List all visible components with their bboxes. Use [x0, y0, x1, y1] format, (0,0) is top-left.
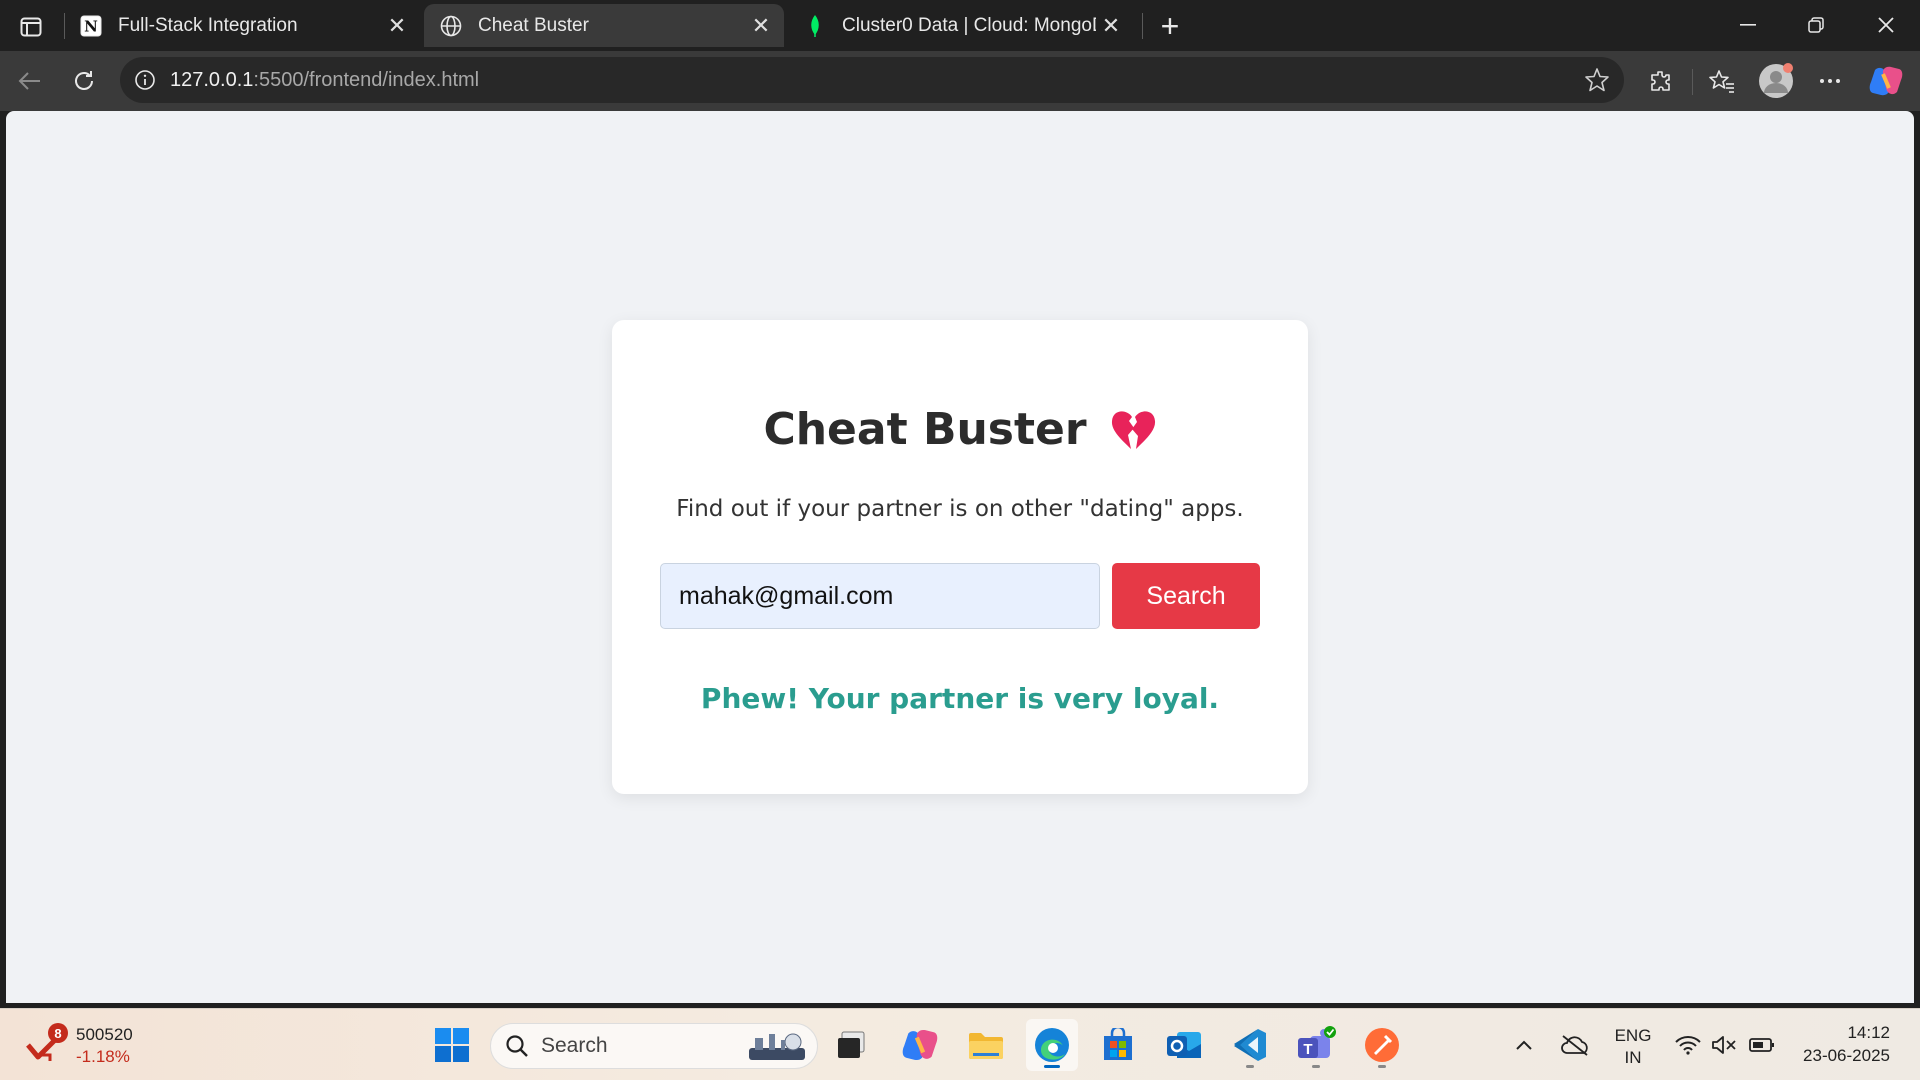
stock-change: -1.18% — [76, 1047, 130, 1066]
page-title: Cheat Buster — [612, 404, 1308, 455]
windows-taskbar: 8 500520 -1.18% Search T ENG IN 14:12 23… — [0, 1008, 1920, 1080]
file-explorer-icon[interactable] — [960, 1019, 1012, 1071]
onedrive-offline-icon[interactable] — [1550, 1019, 1600, 1071]
tab-strip: N Full-Stack Integration ✕ Cheat Buster … — [0, 0, 1920, 51]
page-title-text: Cheat Buster — [763, 404, 1087, 455]
language-code: ENG — [1614, 1026, 1652, 1045]
minimize-button[interactable] — [1718, 6, 1778, 44]
running-indicator — [1312, 1065, 1320, 1068]
result-message: Phew! Your partner is very loyal. — [700, 682, 1220, 715]
tab-full-stack-integration[interactable]: N Full-Stack Integration ✕ — [64, 4, 420, 47]
close-window-button[interactable] — [1856, 6, 1916, 44]
show-hidden-icons-chevron-icon[interactable] — [1500, 1019, 1548, 1071]
language-indicator[interactable]: ENG IN — [1610, 1025, 1656, 1069]
new-tab-button[interactable]: + — [1152, 8, 1188, 44]
browser-toolbar: 127.0.0.1:5500/frontend/index.html — [0, 51, 1920, 111]
tab-cheat-buster[interactable]: Cheat Buster ✕ — [424, 4, 784, 47]
search-highlight-icon — [747, 1030, 807, 1069]
address-bar[interactable]: 127.0.0.1:5500/frontend/index.html — [120, 57, 1624, 103]
broken-heart-icon — [1109, 409, 1157, 451]
toolbar-divider — [1692, 69, 1693, 95]
globe-icon — [438, 13, 464, 39]
running-indicator — [1378, 1065, 1386, 1068]
active-indicator — [1044, 1065, 1060, 1068]
stock-widget[interactable]: 8 500520 -1.18% — [26, 1023, 146, 1069]
close-tab-icon[interactable]: ✕ — [382, 11, 412, 41]
svg-text:T: T — [1303, 1041, 1312, 1058]
taskbar-search-label: Search — [541, 1034, 608, 1057]
tab-separator — [1142, 13, 1143, 39]
outlook-icon[interactable] — [1158, 1019, 1210, 1071]
battery-icon[interactable] — [1740, 1019, 1784, 1071]
task-view-icon[interactable] — [826, 1019, 878, 1071]
page-subtitle: Find out if your partner is on other "da… — [676, 496, 1244, 522]
tab-actions-icon[interactable] — [14, 12, 48, 42]
stock-badge: 8 — [48, 1023, 68, 1043]
restore-button[interactable] — [1786, 6, 1846, 44]
url-path: :5500/frontend/index.html — [253, 68, 480, 91]
clock-date: 23-06-2025 — [1803, 1046, 1890, 1065]
back-button[interactable] — [10, 61, 50, 101]
close-tab-icon[interactable]: ✕ — [746, 11, 776, 41]
search-button[interactable]: Search — [1112, 563, 1260, 629]
tab-title: Cluster0 Data | Cloud: MongoDB C — [842, 14, 1096, 36]
extensions-icon[interactable] — [1641, 61, 1681, 101]
tab-title: Cheat Buster — [478, 14, 589, 36]
close-tab-icon[interactable]: ✕ — [1096, 11, 1126, 41]
more-options-icon[interactable] — [1810, 61, 1850, 101]
copilot-app-icon[interactable] — [894, 1019, 946, 1071]
page-viewport: Cheat Buster Find out if your partner is… — [6, 111, 1914, 1003]
search-icon — [505, 1034, 529, 1058]
notion-icon: N — [78, 13, 104, 39]
profile-avatar[interactable] — [1756, 61, 1796, 101]
stock-value: 500520 — [76, 1025, 133, 1044]
svg-text:N: N — [84, 17, 98, 35]
postman-icon[interactable] — [1356, 1019, 1408, 1071]
url-host: 127.0.0.1 — [170, 68, 254, 91]
mongodb-leaf-icon — [802, 13, 828, 39]
edge-browser-icon[interactable] — [1026, 1019, 1078, 1071]
copilot-icon[interactable] — [1866, 61, 1906, 101]
favorite-star-icon[interactable] — [1584, 67, 1610, 93]
clock-time: 14:12 — [1847, 1023, 1890, 1042]
tab-mongodb-cluster[interactable]: Cluster0 Data | Cloud: MongoDB C ✕ — [788, 4, 1134, 47]
site-info-icon[interactable] — [132, 67, 158, 93]
tab-title: Full-Stack Integration — [118, 14, 298, 36]
start-button[interactable] — [426, 1019, 478, 1071]
running-indicator — [1246, 1065, 1254, 1068]
refresh-button[interactable] — [64, 61, 104, 101]
system-clock[interactable]: 14:12 23-06-2025 — [1794, 1021, 1890, 1067]
teams-icon[interactable]: T — [1290, 1019, 1342, 1071]
taskbar-search[interactable]: Search — [490, 1023, 818, 1069]
cheat-buster-card: Cheat Buster Find out if your partner is… — [612, 320, 1308, 794]
microsoft-store-icon[interactable] — [1092, 1019, 1144, 1071]
email-input[interactable] — [660, 563, 1100, 629]
vscode-icon[interactable] — [1224, 1019, 1276, 1071]
region-code: IN — [1624, 1048, 1642, 1067]
favorites-icon[interactable] — [1702, 61, 1742, 101]
